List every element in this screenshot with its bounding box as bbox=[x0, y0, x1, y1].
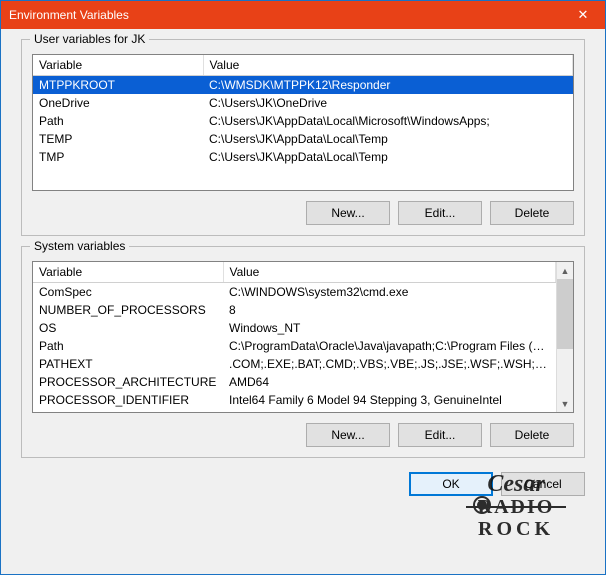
cell-variable: PATHEXT bbox=[33, 355, 223, 373]
user-delete-button[interactable]: Delete bbox=[490, 201, 574, 225]
table-row[interactable]: Path C:\ProgramData\Oracle\Java\javapath… bbox=[33, 337, 556, 355]
cell-variable: TEMP bbox=[33, 130, 203, 148]
table-header-row[interactable]: Variable Value bbox=[33, 262, 556, 283]
content-area: User variables for JK Variable Value bbox=[1, 29, 605, 574]
scroll-down-icon[interactable]: ▼ bbox=[557, 395, 573, 412]
table-row[interactable]: ComSpec C:\WINDOWS\system32\cmd.exe bbox=[33, 283, 556, 302]
system-scrollbar[interactable]: ▲ ▼ bbox=[556, 262, 573, 412]
ok-button[interactable]: OK bbox=[409, 472, 493, 496]
table-row[interactable]: TEMP C:\Users\JK\AppData\Local\Temp bbox=[33, 130, 573, 148]
cell-value: 8 bbox=[223, 301, 556, 319]
table-row[interactable]: OS Windows_NT bbox=[33, 319, 556, 337]
table-row[interactable]: Path C:\Users\JK\AppData\Local\Microsoft… bbox=[33, 112, 573, 130]
col-value[interactable]: Value bbox=[203, 55, 573, 76]
cell-variable: MTPPKROOT bbox=[33, 76, 203, 95]
close-icon: ✕ bbox=[578, 7, 589, 23]
user-variables-group: User variables for JK Variable Value bbox=[21, 39, 585, 236]
system-edit-button[interactable]: Edit... bbox=[398, 423, 482, 447]
cell-variable: Path bbox=[33, 337, 223, 355]
table-row[interactable]: PROCESSOR_ARCHITECTURE AMD64 bbox=[33, 373, 556, 391]
scroll-track[interactable] bbox=[557, 349, 573, 395]
cell-variable: OS bbox=[33, 319, 223, 337]
cell-variable: PROCESSOR_ARCHITECTURE bbox=[33, 373, 223, 391]
cell-variable: Path bbox=[33, 112, 203, 130]
cell-variable: TMP bbox=[33, 148, 203, 166]
dialog-footer: OK Cancel bbox=[21, 468, 585, 496]
cell-variable: PROCESSOR_IDENTIFIER bbox=[33, 391, 223, 409]
cell-value: C:\WMSDK\MTPPK12\Responder bbox=[203, 76, 573, 95]
system-delete-button[interactable]: Delete bbox=[490, 423, 574, 447]
cancel-button[interactable]: Cancel bbox=[501, 472, 585, 496]
env-vars-window: Environment Variables ✕ User variables f… bbox=[0, 0, 606, 575]
close-button[interactable]: ✕ bbox=[561, 1, 605, 29]
cell-variable: NUMBER_OF_PROCESSORS bbox=[33, 301, 223, 319]
table-row[interactable]: PATHEXT .COM;.EXE;.BAT;.CMD;.VBS;.VBE;.J… bbox=[33, 355, 556, 373]
cell-value: C:\WINDOWS\system32\cmd.exe bbox=[223, 283, 556, 302]
col-variable[interactable]: Variable bbox=[33, 55, 203, 76]
table-row[interactable]: PROCESSOR_IDENTIFIER Intel64 Family 6 Mo… bbox=[33, 391, 556, 409]
system-btn-row: New... Edit... Delete bbox=[32, 423, 574, 447]
scroll-thumb[interactable] bbox=[557, 279, 573, 349]
user-variables-table[interactable]: Variable Value MTPPKROOT C:\WMSDK\MTPPK1… bbox=[32, 54, 574, 191]
col-variable[interactable]: Variable bbox=[33, 262, 223, 283]
table-header-row[interactable]: Variable Value bbox=[33, 55, 573, 76]
user-btn-row: New... Edit... Delete bbox=[32, 201, 574, 225]
table-row[interactable]: OneDrive C:\Users\JK\OneDrive bbox=[33, 94, 573, 112]
cell-variable: ComSpec bbox=[33, 283, 223, 302]
cell-value: C:\ProgramData\Oracle\Java\javapath;C:\P… bbox=[223, 337, 556, 355]
cell-value: C:\Users\JK\AppData\Local\Microsoft\Wind… bbox=[203, 112, 573, 130]
cell-value: C:\Users\JK\OneDrive bbox=[203, 94, 573, 112]
table-row[interactable]: MTPPKROOT C:\WMSDK\MTPPK12\Responder bbox=[33, 76, 573, 95]
cell-variable: OneDrive bbox=[33, 94, 203, 112]
cell-value: C:\Users\JK\AppData\Local\Temp bbox=[203, 130, 573, 148]
system-variables-legend: System variables bbox=[30, 239, 129, 253]
table-row[interactable]: NUMBER_OF_PROCESSORS 8 bbox=[33, 301, 556, 319]
cell-value: Windows_NT bbox=[223, 319, 556, 337]
system-new-button[interactable]: New... bbox=[306, 423, 390, 447]
scroll-up-icon[interactable]: ▲ bbox=[557, 262, 573, 279]
window-title: Environment Variables bbox=[9, 8, 129, 22]
cell-value: .COM;.EXE;.BAT;.CMD;.VBS;.VBE;.JS;.JSE;.… bbox=[223, 355, 556, 373]
cell-value: AMD64 bbox=[223, 373, 556, 391]
user-edit-button[interactable]: Edit... bbox=[398, 201, 482, 225]
system-variables-table[interactable]: Variable Value ComSpec C:\WINDOWS\system… bbox=[32, 261, 574, 413]
user-variables-legend: User variables for JK bbox=[30, 32, 149, 46]
user-new-button[interactable]: New... bbox=[306, 201, 390, 225]
table-row[interactable]: TMP C:\Users\JK\AppData\Local\Temp bbox=[33, 148, 573, 166]
cell-value: C:\Users\JK\AppData\Local\Temp bbox=[203, 148, 573, 166]
system-variables-group: System variables Variable Value bbox=[21, 246, 585, 458]
cell-value: Intel64 Family 6 Model 94 Stepping 3, Ge… bbox=[223, 391, 556, 409]
col-value[interactable]: Value bbox=[223, 262, 556, 283]
titlebar[interactable]: Environment Variables ✕ bbox=[1, 1, 605, 29]
